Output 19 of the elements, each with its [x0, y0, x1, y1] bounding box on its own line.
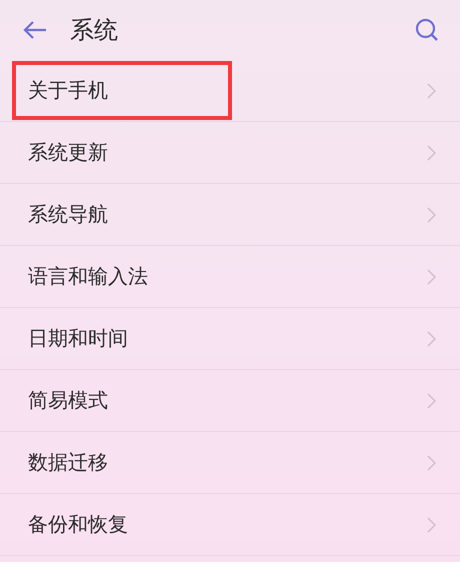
settings-item[interactable]: 日期和时间	[0, 308, 460, 370]
chevron-icon	[427, 206, 436, 222]
settings-item[interactable]: 关于手机	[0, 60, 460, 122]
chevron-icon	[427, 330, 436, 346]
settings-item[interactable]: 语言和输入法	[0, 246, 460, 308]
page-title: 系统	[70, 15, 119, 46]
chevron-icon	[427, 454, 436, 470]
chevron-icon	[427, 268, 436, 284]
settings-item[interactable]: 数据迁移	[0, 432, 460, 494]
chevron-icon	[427, 392, 436, 408]
settings-item[interactable]: 备份和恢复	[0, 494, 460, 556]
search-button[interactable]	[414, 17, 440, 43]
chevron-icon	[427, 82, 436, 98]
settings-item[interactable]: 简易模式	[0, 370, 460, 432]
chevron-icon	[427, 144, 436, 160]
back-button[interactable]	[22, 20, 48, 40]
chevron-icon	[427, 516, 436, 532]
settings-item[interactable]: 系统导航	[0, 184, 460, 246]
settings-item[interactable]: 系统更新	[0, 122, 460, 184]
